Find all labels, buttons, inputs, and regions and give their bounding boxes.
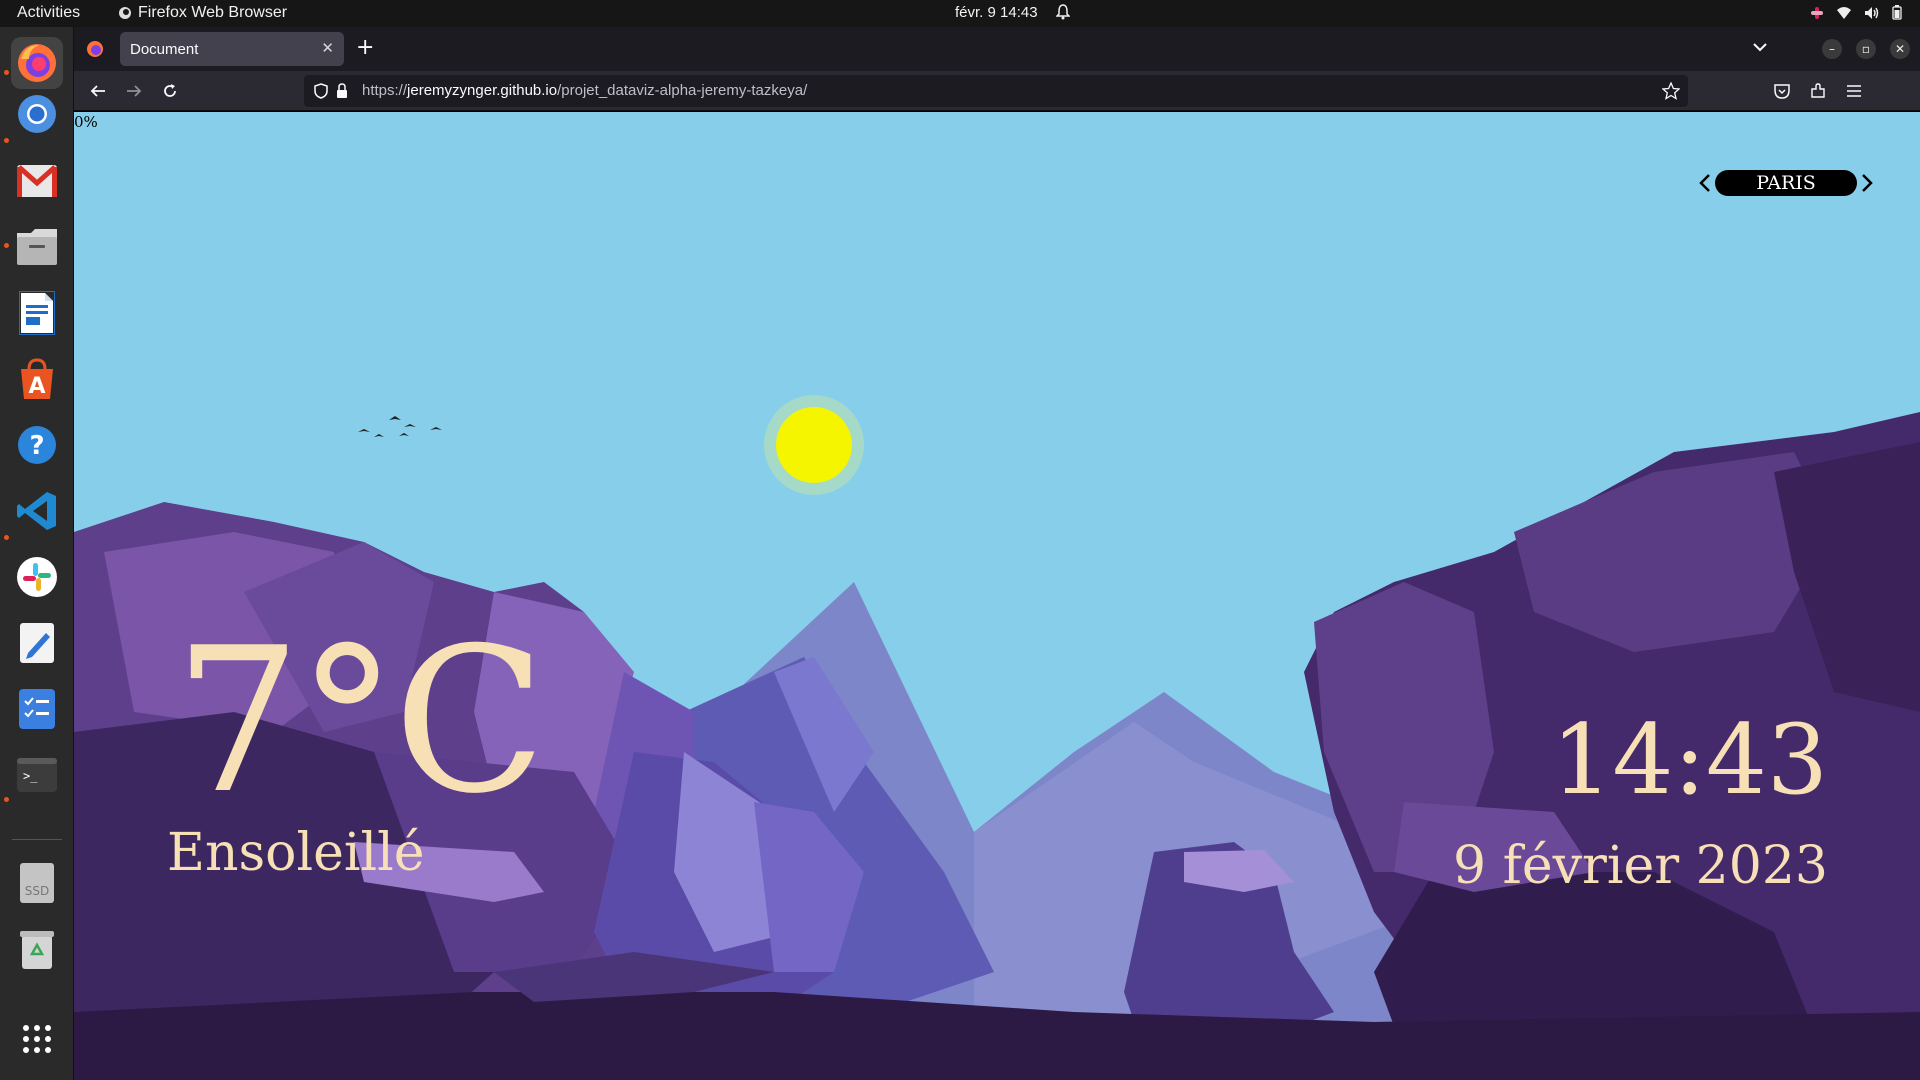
current-time: 14:43 <box>1551 704 1828 816</box>
dock-files-icon[interactable] <box>11 221 63 273</box>
svg-text:A: A <box>28 374 45 399</box>
sun <box>776 407 852 483</box>
next-city-button[interactable] <box>1857 168 1876 198</box>
dock-tasks-icon[interactable] <box>11 683 63 735</box>
back-button[interactable] <box>86 79 110 103</box>
app-menu[interactable]: Firefox Web Browser <box>118 4 287 22</box>
temperature: 7°C <box>174 605 546 838</box>
birds <box>358 416 442 437</box>
web-page: 0% PARIS 7°C Ensoleillé 14:43 9 février … <box>74 112 1920 1080</box>
reload-button[interactable] <box>158 79 182 103</box>
landscape-background <box>74 395 1920 1080</box>
running-indicator <box>4 535 9 540</box>
url-path: /projet_dataviz-alpha-jeremy-tazkeya/ <box>557 82 808 99</box>
dock-help-icon[interactable]: ? <box>11 419 63 471</box>
clock[interactable]: févr. 9 14:43 <box>955 4 1038 21</box>
new-tab-button[interactable]: + <box>356 37 374 59</box>
firefox-view-icon[interactable] <box>86 40 104 58</box>
running-indicator <box>4 243 9 248</box>
wifi-icon[interactable] <box>1836 6 1852 20</box>
system-tray[interactable] <box>1810 5 1902 20</box>
activities-button[interactable]: Activities <box>17 4 80 22</box>
weather-condition: Ensoleillé <box>167 823 425 883</box>
maximize-button[interactable]: ▫ <box>1856 39 1876 59</box>
close-window-button[interactable]: ✕ <box>1890 39 1910 59</box>
dock-text-editor-icon[interactable] <box>11 617 63 669</box>
dock-terminal-icon[interactable]: >_ <box>11 749 63 801</box>
previous-city-button[interactable] <box>1696 168 1715 198</box>
dock-ssd-icon[interactable]: SSD <box>11 857 63 909</box>
url-scheme: https:// <box>362 82 408 99</box>
notification-bell-icon[interactable] <box>1055 4 1071 24</box>
back-arrow-icon <box>90 85 105 97</box>
menu-hamburger-icon[interactable] <box>1846 83 1862 99</box>
tab-title: Document <box>130 40 199 58</box>
dock: A ? >_ SSD <box>0 27 74 1080</box>
battery-icon[interactable] <box>1892 5 1902 20</box>
list-all-tabs-icon[interactable] <box>1752 39 1768 55</box>
pocket-icon[interactable] <box>1774 83 1790 99</box>
slack-tray-icon[interactable] <box>1810 6 1824 20</box>
svg-text:>_: >_ <box>23 769 38 783</box>
svg-text:?: ? <box>29 431 44 461</box>
system-top-bar: Activities Firefox Web Browser févr. 9 1… <box>0 0 1920 27</box>
reload-icon <box>164 84 176 97</box>
minimize-button[interactable]: – <box>1822 39 1842 59</box>
ssd-label: SSD <box>25 884 49 898</box>
dock-trash-icon[interactable] <box>11 923 63 975</box>
firefox-small-icon <box>119 7 131 19</box>
dock-slack-icon[interactable] <box>11 551 63 603</box>
firefox-window: Document ✕ + – ▫ ✕ https://jeremyzynger.… <box>74 27 1920 1080</box>
lock-icon[interactable] <box>336 83 348 99</box>
url-text[interactable]: https://jeremyzynger.github.io/projet_da… <box>362 82 807 99</box>
dock-writer-icon[interactable] <box>11 287 63 339</box>
city-name[interactable]: PARIS <box>1714 170 1858 196</box>
forward-button[interactable] <box>122 79 146 103</box>
url-bar[interactable]: https://jeremyzynger.github.io/projet_da… <box>304 75 1688 107</box>
dock-app-grid-icon[interactable] <box>11 1013 63 1065</box>
url-host: jeremyzynger.github.io <box>407 82 558 99</box>
tab-document[interactable]: Document ✕ <box>120 32 344 66</box>
chevron-left-icon <box>1699 174 1711 192</box>
dock-separator <box>12 839 62 840</box>
current-date: 9 février 2023 <box>1453 836 1828 896</box>
dock-app-center-icon[interactable]: A <box>11 353 63 405</box>
tab-close-icon[interactable]: ✕ <box>321 39 334 57</box>
dock-firefox-icon[interactable] <box>11 37 63 89</box>
running-indicator <box>4 70 9 75</box>
loading-progress: 0% <box>74 113 98 131</box>
forward-arrow-icon <box>127 85 142 97</box>
extensions-icon[interactable] <box>1810 83 1826 99</box>
tab-bar: Document ✕ + – ▫ ✕ <box>74 27 1920 71</box>
running-indicator <box>4 797 9 802</box>
running-indicator <box>4 138 9 143</box>
dock-chromium-icon[interactable] <box>11 88 63 140</box>
bookmark-star-icon[interactable] <box>1662 82 1680 100</box>
dock-vscode-icon[interactable] <box>11 485 63 537</box>
app-name-label: Firefox Web Browser <box>138 4 288 21</box>
volume-icon[interactable] <box>1864 6 1880 20</box>
chevron-right-icon <box>1861 174 1873 192</box>
tracking-shield-icon[interactable] <box>314 83 328 99</box>
navigation-toolbar: https://jeremyzynger.github.io/projet_da… <box>74 71 1920 111</box>
city-selector: PARIS <box>1696 168 1876 198</box>
dock-gmail-icon[interactable] <box>11 155 63 207</box>
